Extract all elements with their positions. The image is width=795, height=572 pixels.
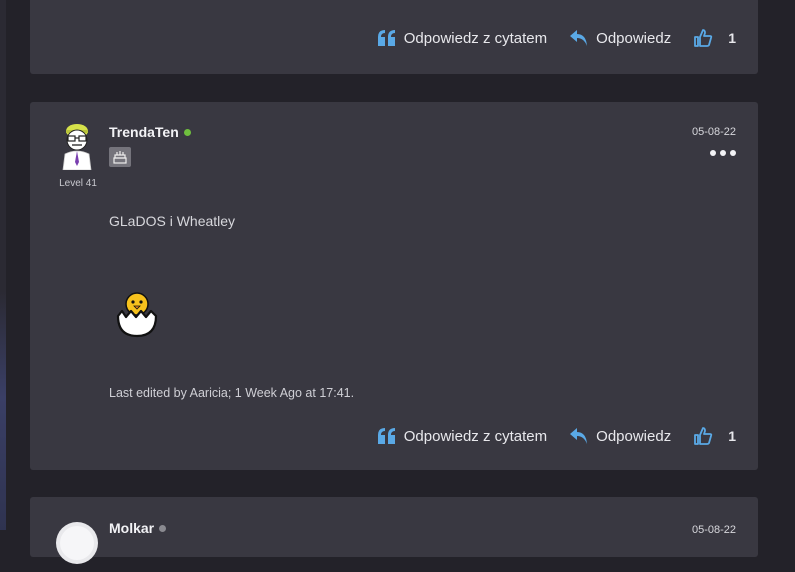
post-card: Molkar 05-08-22 [30, 497, 758, 564]
quote-reply-button[interactable]: Odpowiedz z cytatem [377, 427, 547, 445]
like-count: 1 [728, 30, 736, 46]
post-actions: Odpowiedz z cytatem Odpowiedz 1 [355, 426, 736, 446]
quote-icon [377, 30, 395, 46]
post-menu-button[interactable] [710, 150, 736, 156]
reply-icon [570, 30, 588, 46]
reply-label: Odpowiedz [596, 29, 672, 47]
avatar[interactable] [56, 519, 98, 567]
robot-avatar-icon [62, 124, 92, 171]
more-dot [720, 150, 726, 156]
hatching-chick-emoji-icon [114, 288, 160, 343]
reply-button[interactable]: Odpowiedz [569, 29, 671, 47]
user-avatar-icon [56, 522, 98, 564]
like-count: 1 [728, 428, 736, 444]
username-label: TrendaTen [109, 124, 179, 140]
quote-reply-button[interactable]: Odpowiedz z cytatem [377, 29, 547, 47]
birthday-badge-icon [109, 147, 131, 167]
username-label: Molkar [109, 520, 155, 536]
more-dot [710, 150, 716, 156]
post-body: GLaDOS i Wheatley [109, 213, 236, 229]
post-date: 05-08-22 [691, 524, 736, 536]
post-date: 05-08-22 [691, 126, 736, 138]
post-card: Odpowiedz z cytatem Odpowiedz 1 [30, 0, 758, 74]
username[interactable]: Molkar [109, 520, 167, 536]
reply-icon [570, 428, 588, 444]
window-edge [0, 0, 6, 530]
like-button[interactable]: 1 [693, 426, 736, 446]
online-status-icon [183, 128, 191, 136]
user-level: Level 41 [59, 178, 97, 189]
quote-reply-label: Odpowiedz z cytatem [403, 427, 548, 445]
offline-status-icon [159, 524, 167, 532]
reply-button[interactable]: Odpowiedz [569, 427, 671, 445]
more-dot [730, 150, 736, 156]
avatar[interactable] [56, 122, 98, 171]
post-actions: Odpowiedz z cytatem Odpowiedz 1 [355, 28, 736, 48]
post-card: Level 41 TrendaTen 05-08-22 GLaDOS i Whe… [30, 102, 758, 470]
reply-label: Odpowiedz [596, 427, 672, 445]
thumbs-up-icon [694, 427, 713, 445]
quote-icon [377, 428, 395, 444]
username[interactable]: TrendaTen [109, 124, 191, 140]
like-button[interactable]: 1 [693, 28, 736, 48]
edited-note: Last edited by Aaricia; 1 Week Ago at 17… [109, 386, 355, 400]
quote-reply-label: Odpowiedz z cytatem [403, 29, 548, 47]
thumbs-up-icon [694, 29, 713, 47]
